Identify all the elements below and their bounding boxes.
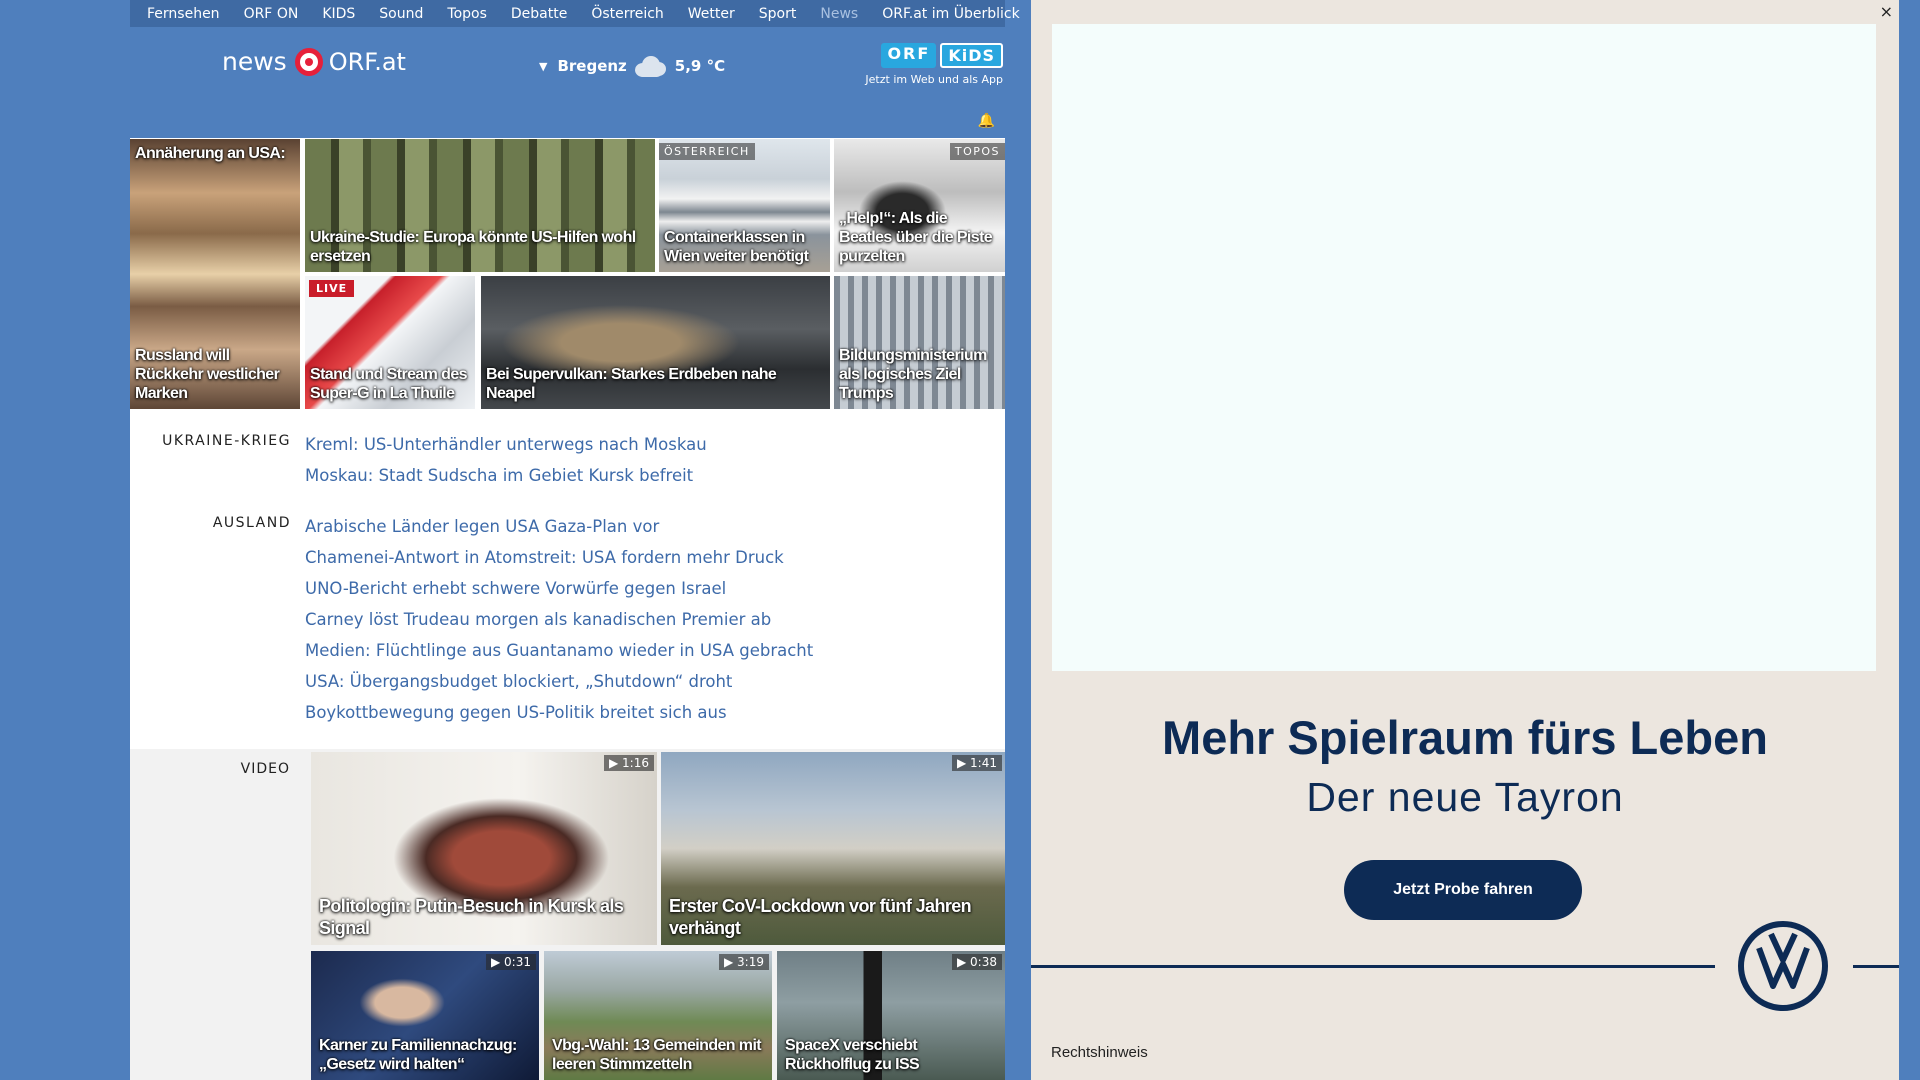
tile-kicker: TOPOS <box>949 143 1005 160</box>
scrollbar[interactable] <box>1899 0 1920 1080</box>
tile-caption: „Help!“: Als die Beatles über die Piste … <box>839 210 993 265</box>
video-duration: ▶ 1:41 <box>952 755 1002 771</box>
story-link[interactable]: Carney löst Trudeau morgen als kanadisch… <box>305 604 813 635</box>
vw-logo-icon <box>1738 921 1828 1011</box>
main-content: 🔔 Annäherung an USA: Russland will Rückk… <box>130 103 1005 1080</box>
site-header: news ORF.at ▼ Bregenz 5,9 °C ORF KiDS Je… <box>130 27 1005 103</box>
story-links: Kreml: US-Unterhändler unterwegs nach Mo… <box>305 429 707 491</box>
story-link[interactable]: Kreml: US-Unterhändler unterwegs nach Mo… <box>305 429 707 460</box>
story-tile-containerklassen[interactable]: ÖSTERREICH Containerklassen in Wien weit… <box>659 139 830 272</box>
ad-divider <box>1031 965 1715 968</box>
tile-caption: Bei Supervulkan: Starkes Erdbeben nahe N… <box>486 366 777 402</box>
video-duration: ▶ 0:38 <box>952 954 1002 970</box>
ad-image <box>1052 24 1876 671</box>
ad-subline: Der neue Tayron <box>1306 774 1624 820</box>
weather-city: Bregenz <box>557 57 627 75</box>
story-tile-ukraine-studie[interactable]: Ukraine-Studie: Europa könnte US-Hilfen … <box>305 139 655 272</box>
story-link[interactable]: Moskau: Stadt Sudscha im Gebiet Kursk be… <box>305 460 707 491</box>
sub-bar: 🔔 <box>130 103 1005 138</box>
orf-eye-icon <box>294 47 323 76</box>
ad-divider <box>1853 965 1899 968</box>
duration-text: 3:19 <box>737 955 764 969</box>
story-link[interactable]: Boykottbewegung gegen US-Politik breitet… <box>305 697 813 728</box>
logo-news-text: news <box>222 47 287 76</box>
play-icon: ▶ <box>609 756 623 770</box>
orf-badge: ORF <box>881 43 937 68</box>
nav-item-sport[interactable]: Sport <box>747 6 809 22</box>
play-icon: ▶ <box>491 955 505 969</box>
tile-kicker: ÖSTERREICH <box>659 143 755 160</box>
section-label: VIDEO <box>240 761 290 777</box>
story-tile-russland[interactable]: Annäherung an USA: Russland will Rückkeh… <box>130 139 300 409</box>
section-label: UKRAINE-KRIEG <box>162 433 291 449</box>
section-video: VIDEO ▶ 1:16 Politologin: Putin-Besuch i… <box>130 749 1005 1080</box>
news-orf-logo[interactable]: news ORF.at <box>222 47 406 76</box>
nav-item-overview[interactable]: ORF.at im Überblick <box>870 6 1039 22</box>
test-drive-button[interactable]: Jetzt Probe fahren <box>1344 860 1582 920</box>
weather-temperature: 5,9 °C <box>674 57 726 75</box>
nav-item-wetter[interactable]: Wetter <box>676 6 747 22</box>
play-icon: ▶ <box>957 955 971 969</box>
duration-text: 1:16 <box>622 756 649 770</box>
nav-item-debatte[interactable]: Debatte <box>499 6 579 22</box>
nav-item-topos[interactable]: Topos <box>435 6 498 22</box>
orf-kids-promo[interactable]: ORF KiDS Jetzt im Web und als App <box>863 43 1003 86</box>
close-icon[interactable]: × <box>1880 2 1893 21</box>
play-icon: ▶ <box>957 756 971 770</box>
kids-badge: KiDS <box>940 43 1003 68</box>
section-label: AUSLAND <box>212 515 291 531</box>
video-tile[interactable]: ▶ 1:41 Erster CoV-Lockdown vor fünf Jahr… <box>661 752 1005 945</box>
video-duration: ▶ 1:16 <box>604 755 654 771</box>
nav-item-orf-on[interactable]: ORF ON <box>232 6 311 22</box>
bell-icon[interactable]: 🔔 <box>978 113 995 129</box>
video-caption: Erster CoV-Lockdown vor fünf Jahren verh… <box>669 896 972 938</box>
advertisement[interactable]: × Mehr Spielraum fürs Leben Der neue Tay… <box>1031 0 1899 1080</box>
dropdown-triangle-icon: ▼ <box>539 59 548 73</box>
video-tile[interactable]: ▶ 0:31 Karner zu Familiennachzug: „Geset… <box>311 951 539 1080</box>
story-tile-super-g[interactable]: LIVE Stand und Stream des Super-G in La … <box>305 276 475 409</box>
play-icon: ▶ <box>724 955 738 969</box>
logo-orfat-text: ORF.at <box>328 47 406 76</box>
video-tile[interactable]: ▶ 3:19 Vbg.-Wahl: 13 Gemeinden mit leere… <box>544 951 772 1080</box>
video-caption: Karner zu Familiennachzug: „Gesetz wird … <box>319 1037 517 1073</box>
story-link[interactable]: Chamenei-Antwort in Atomstreit: USA ford… <box>305 542 813 573</box>
video-duration: ▶ 0:31 <box>486 954 536 970</box>
tile-caption: Russland will Rückkehr westlicher Marken <box>135 347 280 402</box>
tile-caption: Ukraine-Studie: Europa könnte US-Hilfen … <box>310 229 636 265</box>
nav-item-news[interactable]: News <box>808 6 870 22</box>
tile-caption: Stand und Stream des Super-G in La Thuil… <box>310 366 468 402</box>
story-tile-bildungsministerium[interactable]: Bildungsministerium als logisches Ziel T… <box>834 276 1005 409</box>
duration-text: 0:31 <box>504 955 531 969</box>
tile-caption: Containerklassen in Wien weiter benötigt <box>664 229 809 265</box>
duration-text: 1:41 <box>970 756 997 770</box>
kids-promo-text: Jetzt im Web und als App <box>865 73 1003 86</box>
ad-headline: Mehr Spielraum fürs Leben <box>1162 711 1768 764</box>
video-caption: SpaceX verschiebt Rückholflug zu ISS <box>785 1037 920 1073</box>
story-link[interactable]: USA: Übergangsbudget blockiert, „Shutdow… <box>305 666 813 697</box>
story-link[interactable]: Arabische Länder legen USA Gaza-Plan vor <box>305 511 813 542</box>
video-duration: ▶ 3:19 <box>719 954 769 970</box>
story-link[interactable]: Medien: Flüchtlinge aus Guantanamo wiede… <box>305 635 813 666</box>
kids-badges: ORF KiDS <box>863 43 1003 68</box>
cloud-icon <box>633 54 667 78</box>
story-tile-erdbeben[interactable]: Bei Supervulkan: Starkes Erdbeben nahe N… <box>481 276 830 409</box>
story-links: Arabische Länder legen USA Gaza-Plan vor… <box>305 511 813 728</box>
tile-kicker-text: Annäherung an USA: <box>135 145 286 162</box>
live-badge: LIVE <box>309 280 355 297</box>
video-tile[interactable]: ▶ 0:38 SpaceX verschiebt Rückholflug zu … <box>777 951 1005 1080</box>
nav-item-fernsehen[interactable]: Fernsehen <box>130 6 232 22</box>
video-caption: Vbg.-Wahl: 13 Gemeinden mit leeren Stimm… <box>552 1037 762 1073</box>
duration-text: 0:38 <box>970 955 997 969</box>
nav-item-oesterreich[interactable]: Österreich <box>579 6 675 22</box>
video-tile[interactable]: ▶ 1:16 Politologin: Putin-Besuch in Kurs… <box>311 752 657 945</box>
story-link[interactable]: UNO-Bericht erhebt schwere Vorwürfe gege… <box>305 573 813 604</box>
tile-caption: Bildungsministerium als logisches Ziel T… <box>839 347 987 402</box>
story-tile-beatles[interactable]: TOPOS „Help!“: Als die Beatles über die … <box>834 139 1005 272</box>
nav-item-kids[interactable]: KIDS <box>310 6 367 22</box>
weather-widget[interactable]: ▼ Bregenz 5,9 °C <box>539 54 725 78</box>
video-caption: Politologin: Putin-Besuch in Kursk als S… <box>319 896 624 938</box>
legal-notice-link[interactable]: Rechtshinweis <box>1051 1044 1148 1061</box>
top-nav: Fernsehen ORF ON KIDS Sound Topos Debatt… <box>130 0 1020 27</box>
nav-item-sound[interactable]: Sound <box>367 6 435 22</box>
